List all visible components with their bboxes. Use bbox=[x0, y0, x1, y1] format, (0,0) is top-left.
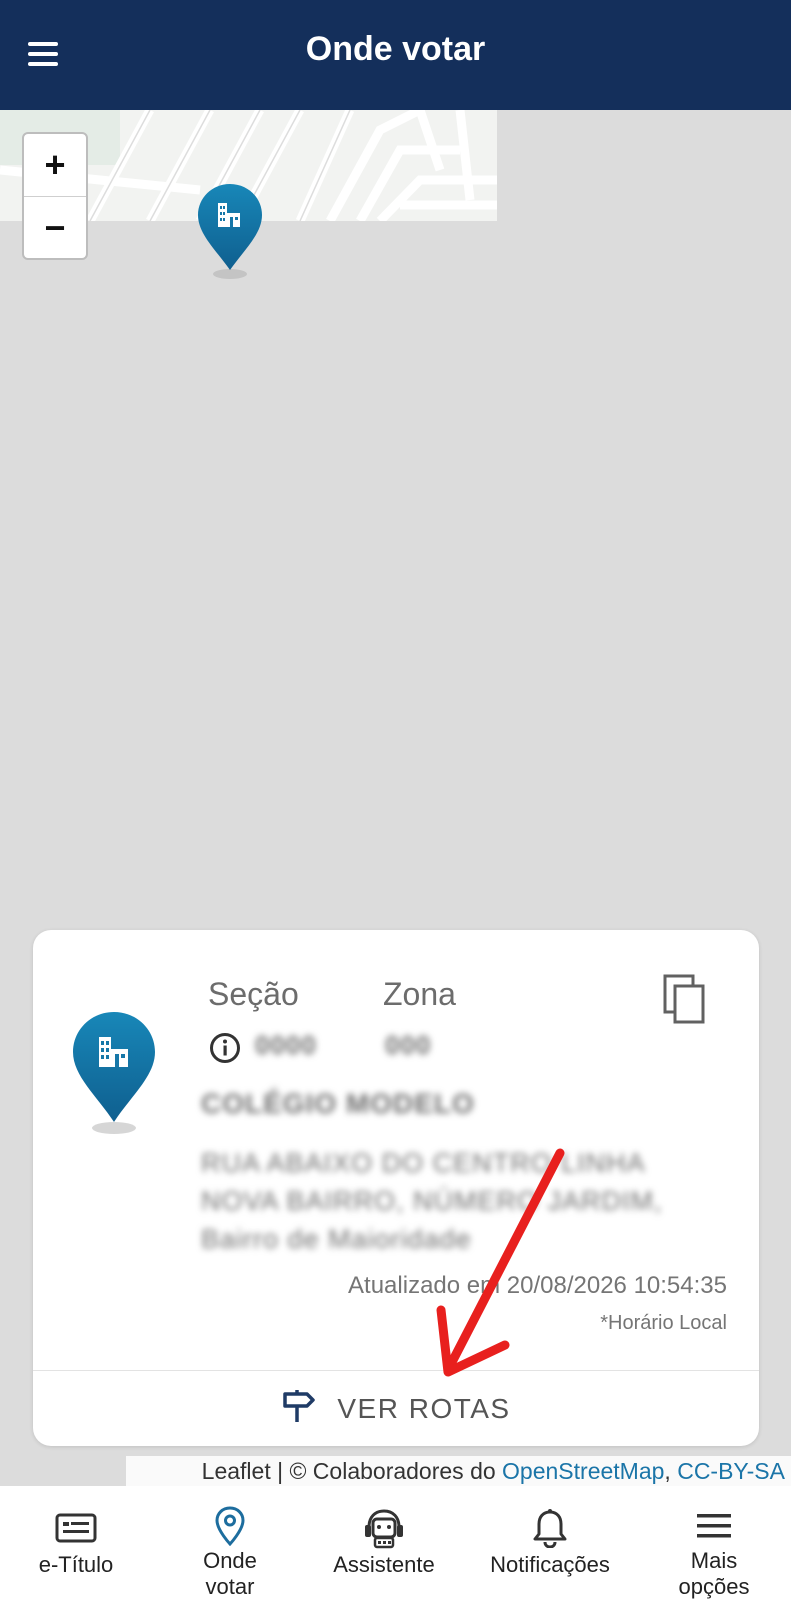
nav-e-titulo[interactable]: e-Título bbox=[18, 1486, 134, 1600]
updated-timestamp: Atualizado em 20/08/2026 10:54:35 bbox=[348, 1272, 727, 1299]
nav-label: Onde votar bbox=[203, 1548, 257, 1599]
map-marker-building-icon[interactable] bbox=[196, 182, 264, 287]
zona-value: 000 bbox=[385, 1030, 432, 1060]
nav-mais-opcoes[interactable]: Mais opções bbox=[660, 1486, 768, 1600]
ver-rotas-button[interactable]: VER ROTAS bbox=[33, 1371, 759, 1446]
nav-label: Notificações bbox=[490, 1552, 610, 1577]
bottom-navigation: e-Título Onde votar Assistente Notificaç… bbox=[0, 1486, 791, 1600]
secao-label: Seção bbox=[208, 976, 299, 1012]
building-pin-icon bbox=[71, 1010, 157, 1143]
secao-value: 0000 bbox=[255, 1030, 317, 1060]
bell-icon bbox=[532, 1506, 568, 1550]
local-time-note: *Horário Local bbox=[600, 1312, 727, 1334]
polling-place-name: COLÉGIO MODELO bbox=[201, 1088, 475, 1119]
polling-place-address: RUA ABAIXO DO CENTRO LINHA NOVA BAIRRO, … bbox=[201, 1148, 663, 1254]
license-link[interactable]: CC-BY-SA bbox=[677, 1458, 785, 1484]
info-icon[interactable] bbox=[209, 1032, 241, 1069]
robot-assistant-icon bbox=[363, 1506, 405, 1550]
zona-label: Zona bbox=[383, 976, 456, 1012]
signpost-icon bbox=[281, 1388, 316, 1429]
openstreetmap-link[interactable]: OpenStreetMap bbox=[502, 1458, 664, 1484]
attribution-separator: , bbox=[664, 1458, 678, 1484]
menu-lines-icon bbox=[696, 1506, 732, 1546]
nav-label: e-Título bbox=[38, 1552, 114, 1577]
copy-icon[interactable] bbox=[663, 974, 707, 1031]
ver-rotas-label: VER ROTAS bbox=[337, 1392, 511, 1424]
zoom-control: + − bbox=[22, 132, 88, 260]
nav-onde-votar[interactable]: Onde votar bbox=[180, 1486, 280, 1600]
app-header: Onde votar bbox=[0, 0, 791, 110]
id-card-icon bbox=[55, 1506, 97, 1550]
polling-place-card: Seção Zona 0000 000 COLÉGIO MODELO RUA A… bbox=[33, 930, 759, 1446]
location-pin-icon bbox=[215, 1506, 245, 1546]
zoom-in-button[interactable]: + bbox=[24, 134, 86, 196]
nav-label: Mais opções bbox=[678, 1548, 750, 1599]
zoom-out-button[interactable]: − bbox=[24, 196, 86, 258]
nav-assistente[interactable]: Assistente bbox=[320, 1486, 448, 1600]
nav-notificacoes[interactable]: Notificações bbox=[480, 1486, 620, 1600]
nav-label: Assistente bbox=[333, 1552, 435, 1577]
attribution-text: Leaflet | © Colaboradores do bbox=[201, 1458, 503, 1484]
page-title: Onde votar bbox=[305, 30, 486, 68]
map-attribution: Leaflet | © Colaboradores do OpenStreetM… bbox=[126, 1456, 791, 1486]
